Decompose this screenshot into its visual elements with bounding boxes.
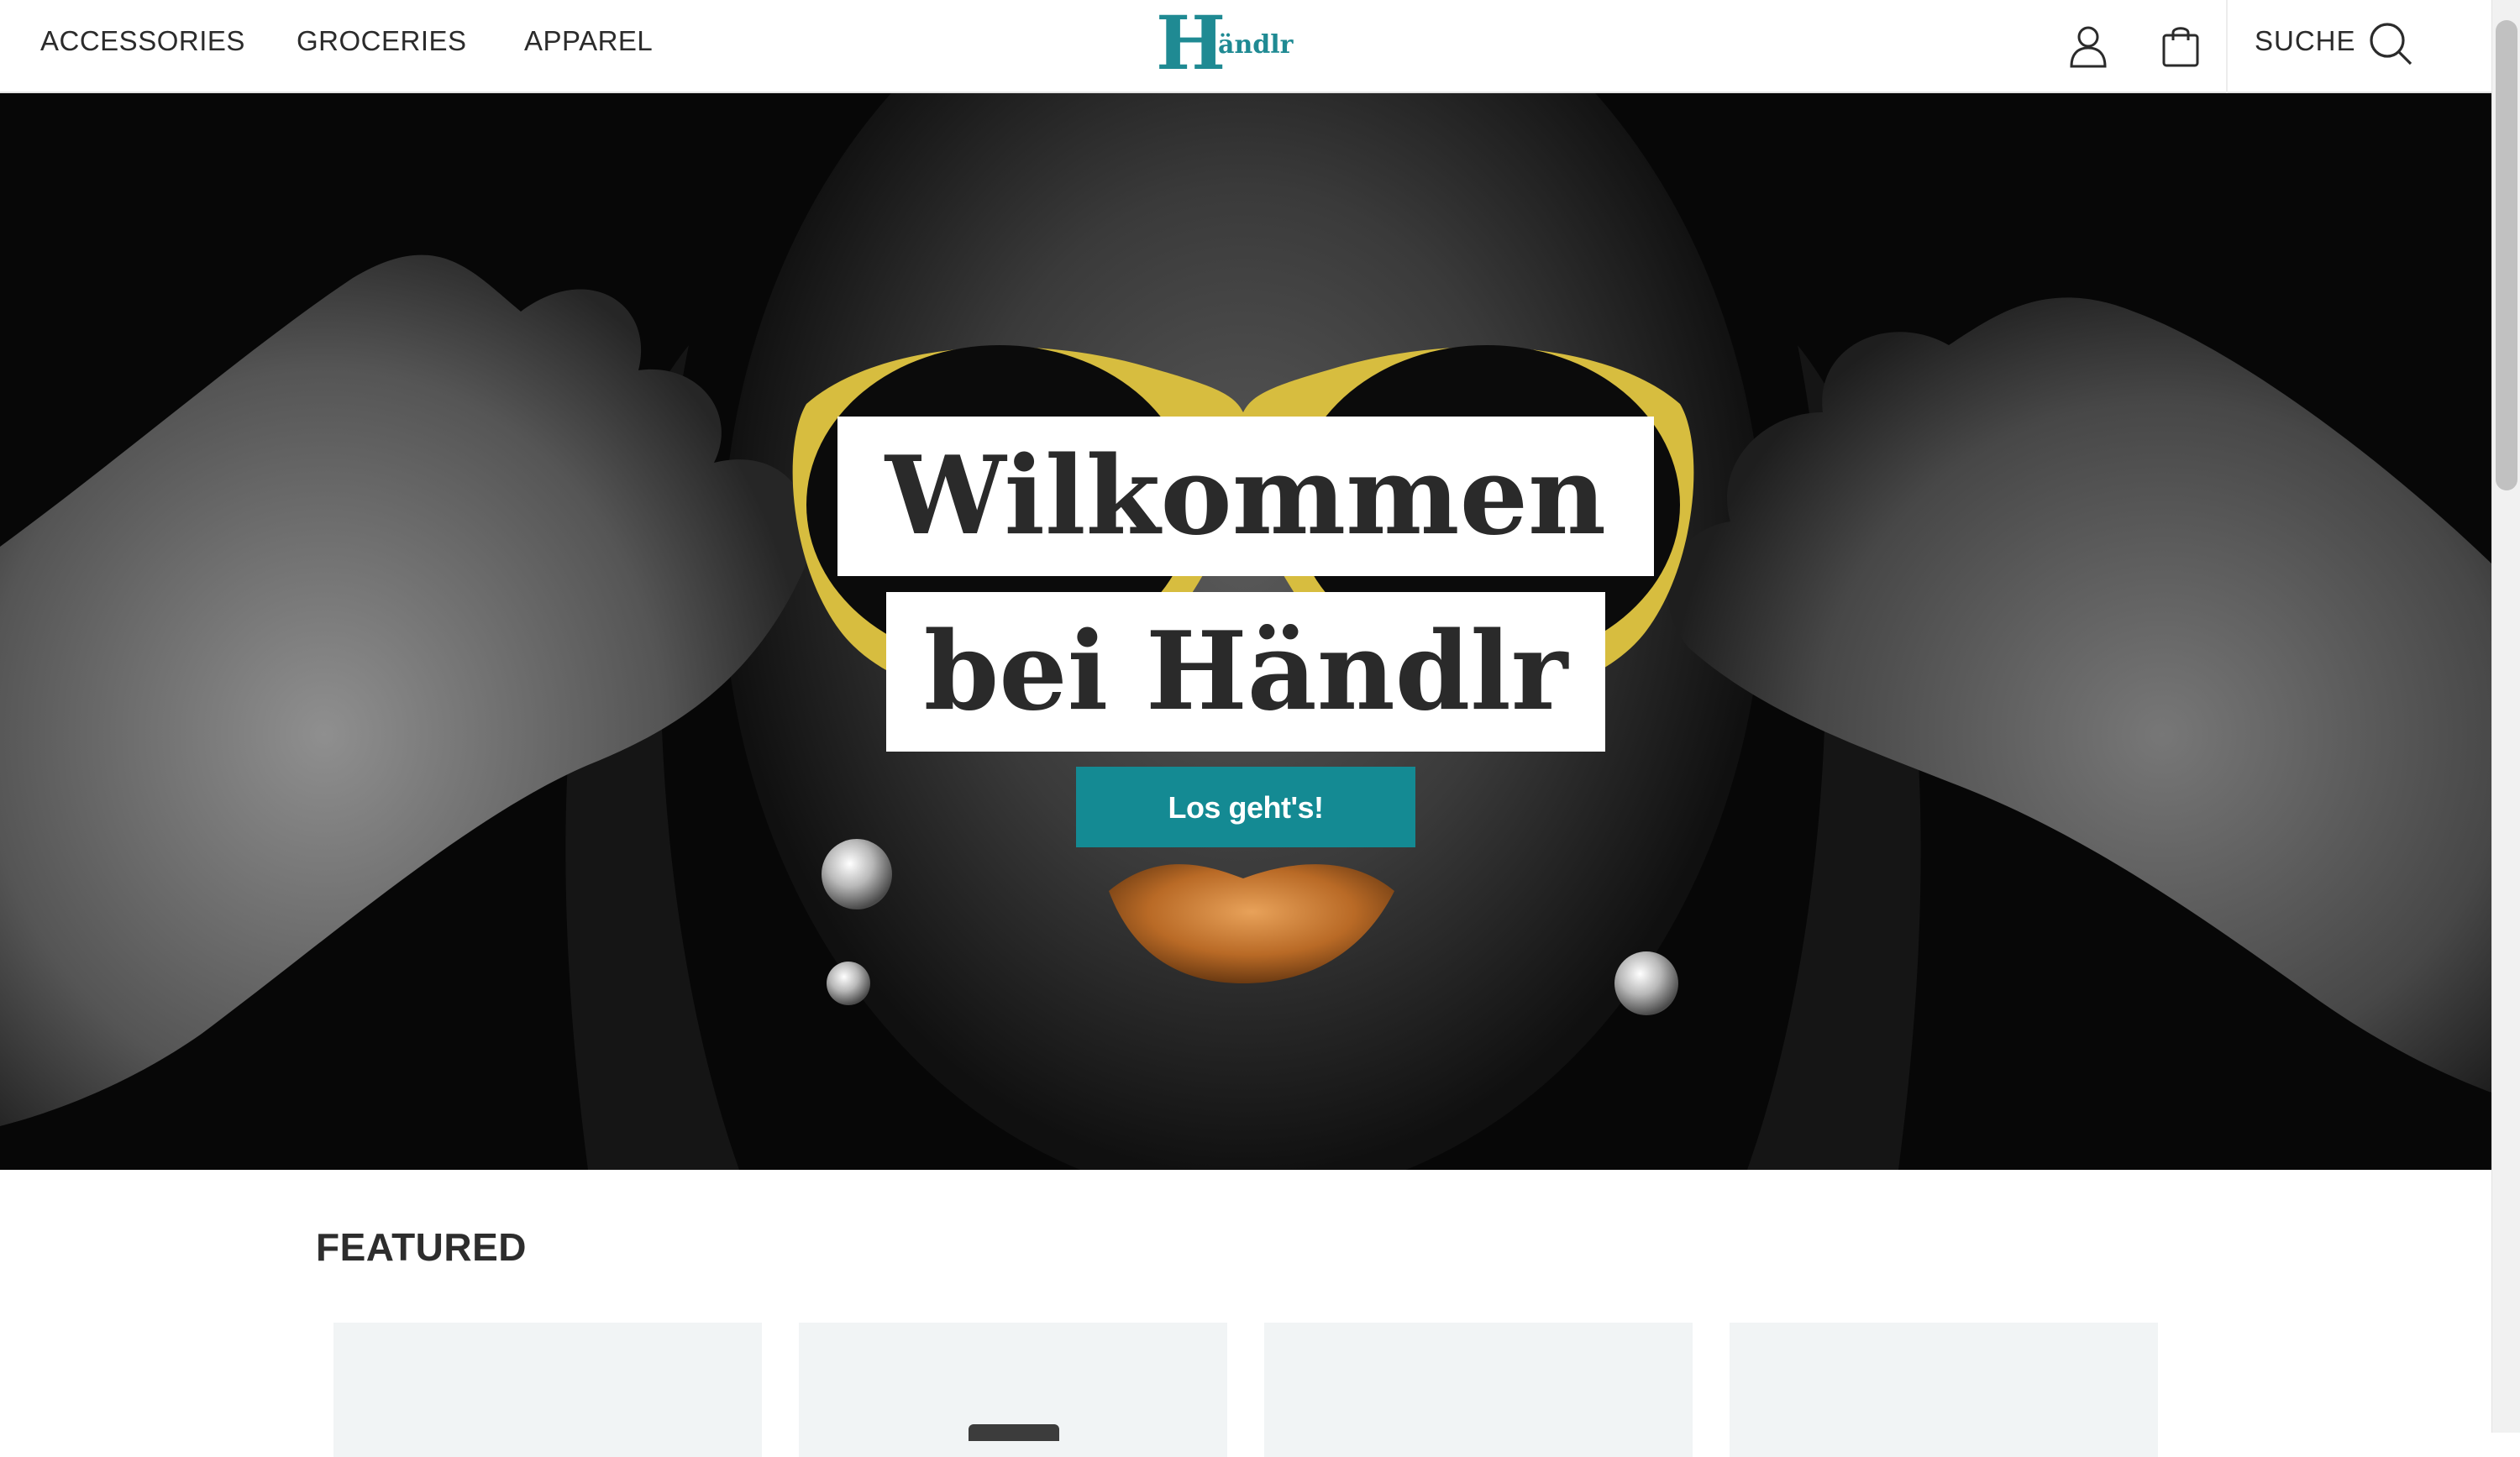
nav-link-apparel[interactable]: APPAREL (524, 25, 653, 57)
shopping-bag-icon[interactable] (2155, 20, 2206, 71)
scrollbar-thumb[interactable] (2496, 20, 2517, 490)
hero-headline-line-2: bei Händlr (886, 592, 1605, 752)
page-scrollbar[interactable] (2491, 0, 2520, 1433)
featured-product-card[interactable] (1730, 1323, 2158, 1457)
featured-product-card[interactable] (1264, 1323, 1693, 1457)
logo-initial: H (1156, 0, 1226, 86)
nav-link-groceries[interactable]: GROCERIES (297, 25, 467, 57)
logo-wordmark: ändlr (1218, 30, 1294, 60)
nav-link-accessories[interactable]: ACCESSORIES (40, 25, 245, 57)
hero-headline-line-1: Wilkommen (837, 417, 1654, 576)
featured-heading: FEATURED (316, 1225, 528, 1269)
top-navigation-bar: ACCESSORIES GROCERIES APPAREL H ändlr SU… (0, 0, 2491, 93)
search-icon[interactable] (2365, 18, 2416, 69)
hero-banner: Wilkommen bei Händlr Los geht's! (0, 93, 2491, 1170)
user-icon[interactable] (2063, 20, 2113, 71)
search-label[interactable]: SUCHE (2255, 25, 2356, 57)
hero-cta-button[interactable]: Los geht's! (1076, 767, 1415, 847)
product-image (969, 1424, 1059, 1441)
featured-product-card[interactable] (333, 1323, 762, 1457)
featured-product-card[interactable] (799, 1323, 1227, 1457)
toolbar-divider (2226, 0, 2228, 93)
